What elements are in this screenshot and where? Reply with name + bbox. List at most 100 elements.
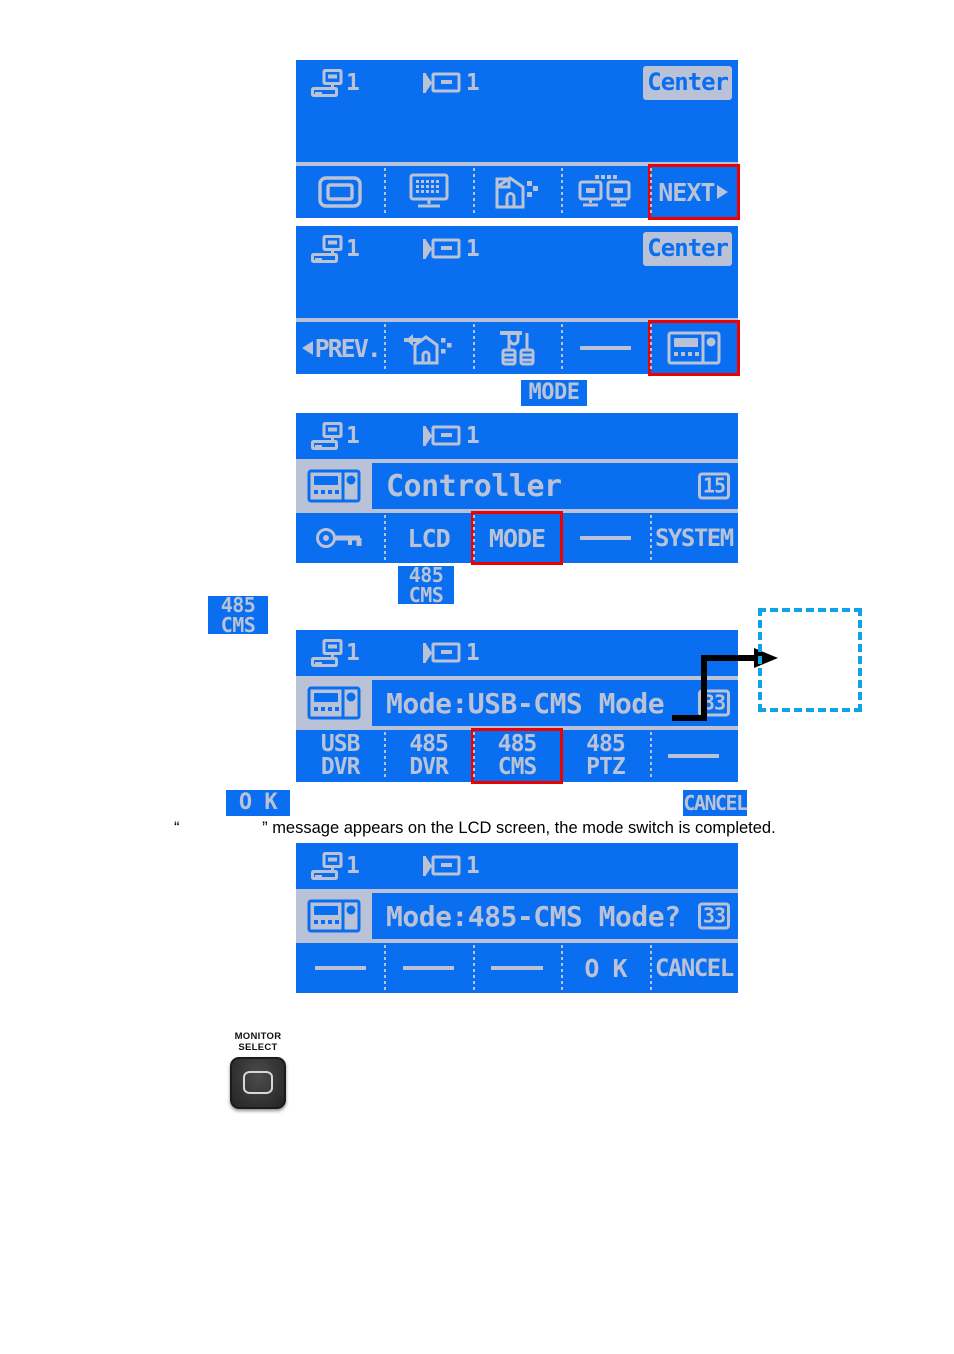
camera-icon — [422, 236, 464, 262]
camera-icon — [422, 640, 464, 666]
softkey-row: NEXT — [296, 162, 741, 220]
usb-dvr-line2: DVR — [320, 754, 361, 780]
badge-mode-label: MODE — [528, 380, 580, 405]
menu-row-controller: Controller 15 — [296, 459, 738, 513]
callout-empty-box — [758, 608, 862, 712]
softkey-empty-1[interactable] — [296, 943, 384, 993]
softkey-empty-2[interactable] — [384, 943, 472, 993]
monitor-status: 1 — [310, 234, 360, 264]
monitor-status: 1 — [310, 68, 360, 98]
softkey-row: USB DVR 485 DVR 485 CMS 485 PTZ — [296, 728, 738, 784]
softkey-alarm-out[interactable] — [384, 322, 472, 374]
softkey-monitor[interactable] — [296, 166, 384, 218]
empty-dash — [579, 346, 632, 350]
rounded-rect-icon — [243, 1071, 273, 1095]
menu-icon-cell — [296, 676, 372, 730]
next-label: NEXT — [658, 177, 715, 207]
softkey-ok[interactable]: O K — [561, 943, 649, 993]
menu-badge: 33 — [697, 902, 730, 930]
monitor-select-label: MONITOR SELECT — [214, 1031, 302, 1054]
badge-ok-label: O K — [238, 790, 278, 815]
softkey-mode[interactable]: MODE — [470, 511, 564, 565]
controller-icon — [667, 331, 721, 365]
camera-number: 1 — [465, 852, 480, 879]
empty-dash — [668, 754, 720, 758]
monitor-network-icon — [310, 851, 344, 881]
badge-cancel: CANCEL — [683, 790, 748, 816]
menu-badge: 15 — [697, 472, 730, 500]
softkey-empty[interactable] — [561, 322, 649, 374]
controller-icon — [306, 899, 362, 933]
badge-485-cms-left: 485 CMS — [208, 593, 268, 635]
lcd-panel-mode-confirm: 1 1 Mode:485-CMS Mode? 33 O K CANCEL — [296, 843, 738, 993]
softkey-system[interactable]: SYSTEM — [649, 513, 738, 563]
menu-body: Mode:485-CMS Mode? 33 — [372, 889, 738, 943]
cancel-label: CANCEL — [654, 954, 734, 982]
softkey-row: LCD MODE SYSTEM — [296, 511, 738, 565]
softkey-empty[interactable] — [561, 513, 649, 563]
485-dvr-line2: DVR — [409, 754, 449, 780]
monitor-number: 1 — [346, 639, 360, 666]
menu-title: Mode:USB-CMS Mode — [386, 686, 665, 720]
camera-status: 1 — [422, 853, 480, 879]
monitor-select-key[interactable] — [230, 1056, 286, 1109]
softkey-empty-3[interactable] — [472, 943, 561, 993]
badge-485-cms-middle-line1: 485 — [408, 563, 444, 587]
softkey-controller[interactable] — [647, 320, 741, 376]
485-ptz-line1: 485 — [586, 731, 626, 757]
camera-status: 1 — [422, 640, 480, 666]
system-label: SYSTEM — [654, 524, 734, 552]
softkey-row: O K CANCEL — [296, 943, 738, 993]
485-ptz-line2: PTZ — [586, 754, 626, 780]
camera-status: 1 — [422, 423, 480, 449]
softkey-prev[interactable]: PREV. — [296, 322, 384, 374]
mode-label: MODE — [488, 523, 546, 553]
softkey-keyboard[interactable] — [384, 166, 472, 218]
badge-485-cms-left-line1: 485 — [220, 593, 256, 617]
menu-icon-cell — [296, 459, 372, 513]
monitor-network-icon — [310, 421, 344, 451]
camera-number: 1 — [465, 639, 480, 666]
empty-dash — [579, 536, 632, 540]
keyboard-monitor-icon — [408, 173, 450, 211]
monitor-network-icon — [310, 638, 344, 668]
softkey-cancel[interactable]: CANCEL — [649, 943, 738, 993]
badge-mode: MODE — [521, 380, 587, 406]
softkey-tools[interactable] — [472, 322, 561, 374]
monitor-number: 1 — [346, 422, 360, 449]
485-cms-line1: 485 — [497, 731, 538, 757]
softkey-next[interactable]: NEXT — [647, 164, 741, 220]
softkey-lcd[interactable]: LCD — [384, 513, 472, 563]
485-dvr-line1: 485 — [409, 731, 449, 757]
camera-icon — [422, 423, 464, 449]
monitor-select-button[interactable]: MONITOR SELECT — [214, 1031, 302, 1109]
caption-text: message appears on the LCD screen, the m… — [272, 819, 776, 837]
softkey-485-ptz[interactable]: 485 PTZ — [561, 730, 649, 782]
monitor-select-label-line1: MONITOR — [234, 1031, 282, 1042]
camera-status: 1 — [422, 236, 480, 262]
camera-status: 1 — [422, 70, 480, 96]
menu-title: Mode:485-CMS Mode? — [386, 899, 681, 933]
softkey-site[interactable] — [472, 166, 561, 218]
monitor-status: 1 — [310, 421, 360, 451]
badge-ok: O K — [226, 790, 290, 816]
monitor-network-icon — [310, 68, 344, 98]
arrow-right-icon — [716, 184, 729, 200]
softkey-empty[interactable] — [649, 730, 738, 782]
softkey-row: PREV. — [296, 318, 741, 376]
softkey-usb-dvr[interactable]: USB DVR — [296, 730, 384, 782]
caption-open-quote: “ — [174, 819, 180, 837]
menu-body: Controller 15 — [372, 459, 738, 513]
softkey-key-lock[interactable] — [296, 513, 384, 563]
alarm-out-icon — [403, 329, 455, 367]
softkey-dual-monitor[interactable] — [561, 166, 649, 218]
camera-number: 1 — [465, 422, 480, 449]
empty-dash — [402, 966, 455, 970]
camera-number: 1 — [465, 235, 480, 262]
softkey-485-cms[interactable]: 485 CMS — [470, 728, 564, 784]
softkey-485-dvr[interactable]: 485 DVR — [384, 730, 472, 782]
monitor-select-label-line2: SELECT — [238, 1041, 278, 1053]
arrow-left-icon — [301, 340, 314, 356]
key-icon — [314, 525, 366, 551]
caption-close-quote: ” — [262, 819, 268, 837]
